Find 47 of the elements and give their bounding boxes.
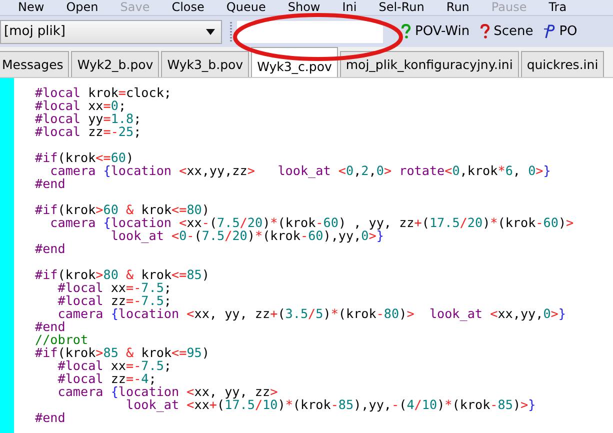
- menu-button[interactable]: Ini: [342, 0, 357, 14]
- code-line: //obrot: [35, 333, 88, 346]
- menu-button[interactable]: Show: [288, 0, 320, 14]
- code-line: camera {location <xx,yy,zz> look_at <0,2,0> rotate<0,krok*6, 0>}: [49, 164, 551, 177]
- file-tab[interactable]: quickres.ini: [520, 51, 604, 77]
- toolbar-button[interactable]: Scene: [478, 24, 536, 39]
- code-line: #end: [35, 177, 66, 190]
- code-line: #if(krok>60 & krok<=80): [35, 203, 210, 216]
- menu-button[interactable]: New: [18, 0, 44, 14]
- file-tab[interactable]: moj_plik_konfiguracyjny.ini: [340, 51, 519, 77]
- menu-button[interactable]: Sel-Run: [378, 0, 424, 14]
- menu-button[interactable]: Queue: [226, 0, 266, 14]
- code-line: #end: [35, 320, 66, 333]
- code-line: #if(krok<=60): [35, 151, 134, 164]
- code-line: #end: [35, 242, 66, 255]
- menu-button[interactable]: Run: [446, 0, 470, 14]
- code-line: #end: [35, 411, 66, 424]
- code-line: #local yy=1.8;: [35, 112, 142, 125]
- code-line: look_at <0-(7.5/20)*(krok-60),yy,0>}: [110, 229, 384, 242]
- grip-icon: [229, 20, 233, 42]
- code-line: #local zz=-4;: [56, 372, 156, 385]
- question-mark-icon: [480, 24, 490, 39]
- menu-button[interactable]: Close: [172, 0, 204, 14]
- code-line: #local zz=-7.5;: [56, 294, 172, 307]
- code-line: #if(krok>85 & krok<=95): [35, 346, 210, 359]
- toolbar-button[interactable]: POV-Win: [399, 24, 472, 39]
- code-line: #local xx=0;: [35, 99, 126, 112]
- code-line: #if(krok>80 & krok<=85): [35, 268, 210, 281]
- code-line: #local zz=-25;: [35, 125, 142, 138]
- file-tab[interactable]: Wyk2_b.pov: [71, 51, 160, 77]
- code-line: #local krok=clock;: [35, 86, 172, 99]
- code-line: camera {location <xx-(7.5/20)*(krok-60) , yy, zz+(17.5/20)*(krok-60)>: [49, 216, 574, 229]
- search-field[interactable]: [237, 20, 383, 42]
- file-dropdown[interactable]: [moj plik]: [0, 20, 222, 44]
- menu-button[interactable]: Tra: [548, 0, 567, 14]
- code-line: camera {location <xx, yy, zz+(3.5/5)*(krok-80)> look_at <xx,yy,0>}: [56, 307, 566, 320]
- code-line: look_at <xx+(17.5/10)*(krok-85),yy,-(4/10)*(krok-85)>}: [124, 398, 536, 411]
- code-line: #local xx=-7.5;: [56, 359, 172, 372]
- letter-p-icon: [543, 24, 556, 39]
- file-tab[interactable]: Wyk3_b.pov: [161, 51, 250, 77]
- question-mark-icon: [401, 24, 411, 39]
- code-line: #local xx=-7.5;: [56, 281, 172, 294]
- code-line: camera {location <xx, yy, zz>: [56, 385, 278, 398]
- file-tab[interactable]: Messages: [0, 51, 70, 77]
- caret-icon: [206, 28, 215, 34]
- toolbar-button[interactable]: PO: [541, 24, 580, 39]
- menu-button[interactable]: Open: [66, 0, 98, 14]
